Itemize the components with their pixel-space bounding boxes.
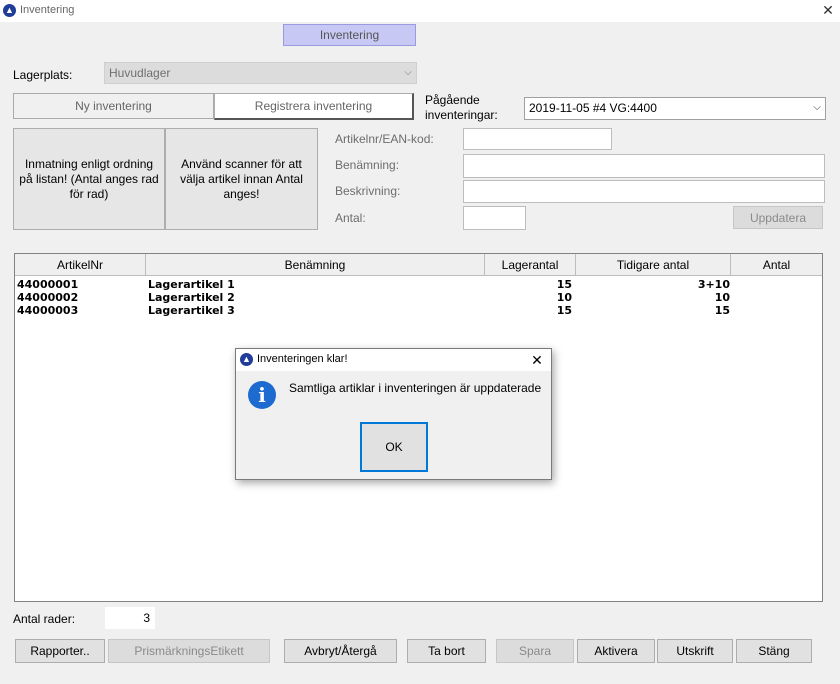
window-close-button[interactable]: ✕ [818, 1, 838, 19]
column-header-benamning[interactable]: Benämning [146, 254, 485, 276]
pagaende-label: Pågående inventeringar: [425, 93, 498, 122]
mode-list-order-button[interactable]: Inmatning enligt ordning på listan! (Ant… [13, 128, 165, 230]
update-button[interactable]: Uppdatera [733, 206, 823, 229]
dialog-close-button[interactable]: ✕ [528, 351, 546, 369]
lagerplats-label: Lagerplats: [13, 68, 73, 82]
spara-button[interactable]: Spara [496, 639, 574, 663]
tab-ny-inventering[interactable]: Ny inventering [13, 93, 214, 119]
aktivera-button[interactable]: Aktivera [577, 639, 655, 663]
table-row[interactable]: 44000002 Lagerartikel 2 10 10 [15, 291, 822, 304]
app-logo-icon: ▲ [240, 353, 253, 366]
column-header-tidigare-antal[interactable]: Tidigare antal [576, 254, 731, 276]
tab-inventering[interactable]: Inventering [283, 24, 416, 46]
window-titlebar [0, 0, 840, 22]
lagerplats-value: Huvudlager [109, 66, 171, 80]
dialog-title: Inventeringen klar! [257, 353, 348, 365]
window-title: Inventering [20, 4, 75, 16]
beskrivning-label: Beskrivning: [335, 184, 401, 198]
lagerplats-select[interactable]: Huvudlager [104, 62, 417, 84]
rapporter-button[interactable]: Rapporter.. [15, 639, 105, 663]
cell-artikelnr: 44000002 [17, 291, 79, 304]
table-row[interactable]: 44000001 Lagerartikel 1 15 3+10 [15, 278, 822, 291]
cell-tidigare-antal: 10 [714, 291, 730, 304]
cell-benamning: Lagerartikel 1 [148, 278, 235, 291]
column-header-artikelnr[interactable]: ArtikelNr [15, 254, 146, 276]
artikelnr-label: Artikelnr/EAN-kod: [335, 132, 434, 146]
antal-input[interactable] [463, 206, 526, 230]
column-header-lagerantal[interactable]: Lagerantal [485, 254, 576, 276]
app-logo-icon: ▲ [3, 4, 16, 17]
row-count-label: Antal rader: [13, 612, 76, 626]
cell-artikelnr: 44000001 [17, 278, 79, 291]
beskrivning-input[interactable] [463, 180, 825, 203]
cell-lagerantal: 10 [556, 291, 572, 304]
info-icon: i [248, 381, 276, 409]
benamning-input[interactable] [463, 154, 825, 178]
cell-benamning: Lagerartikel 3 [148, 304, 235, 317]
tab-registrera-inventering[interactable]: Registrera inventering [214, 93, 414, 120]
cell-artikelnr: 44000003 [17, 304, 79, 317]
antal-label: Antal: [335, 211, 366, 225]
ok-button[interactable]: OK [360, 422, 428, 472]
dialog-message: Samtliga artiklar i inventeringen är upp… [289, 381, 542, 395]
chevron-down-icon: ⌵ [813, 102, 821, 113]
chevron-down-icon: ⌵ [404, 67, 412, 78]
stang-button[interactable]: Stäng [736, 639, 812, 663]
avbryt-button[interactable]: Avbryt/Återgå [284, 639, 397, 663]
utskrift-button[interactable]: Utskrift [657, 639, 733, 663]
mode-scanner-button[interactable]: Använd scanner för att välja artikel inn… [165, 128, 318, 230]
column-header-antal[interactable]: Antal [731, 254, 822, 276]
cell-lagerantal: 15 [556, 278, 572, 291]
ta-bort-button[interactable]: Ta bort [407, 639, 486, 663]
cell-lagerantal: 15 [556, 304, 572, 317]
artikelnr-input[interactable] [463, 128, 612, 150]
prismarkning-etikett-button[interactable]: PrismärkningsEtikett [108, 639, 270, 663]
row-count-value: 3 [105, 607, 155, 629]
benamning-label: Benämning: [335, 158, 400, 172]
table-row[interactable]: 44000003 Lagerartikel 3 15 15 [15, 304, 822, 317]
cell-tidigare-antal: 3+10 [697, 278, 730, 291]
cell-tidigare-antal: 15 [714, 304, 730, 317]
cell-benamning: Lagerartikel 2 [148, 291, 235, 304]
pagaende-value: 2019-11-05 #4 VG:4400 [529, 101, 657, 115]
message-dialog: ▲ Inventeringen klar! ✕ i Samtliga artik… [235, 348, 552, 480]
pagaende-select[interactable]: 2019-11-05 #4 VG:4400 [524, 97, 826, 120]
